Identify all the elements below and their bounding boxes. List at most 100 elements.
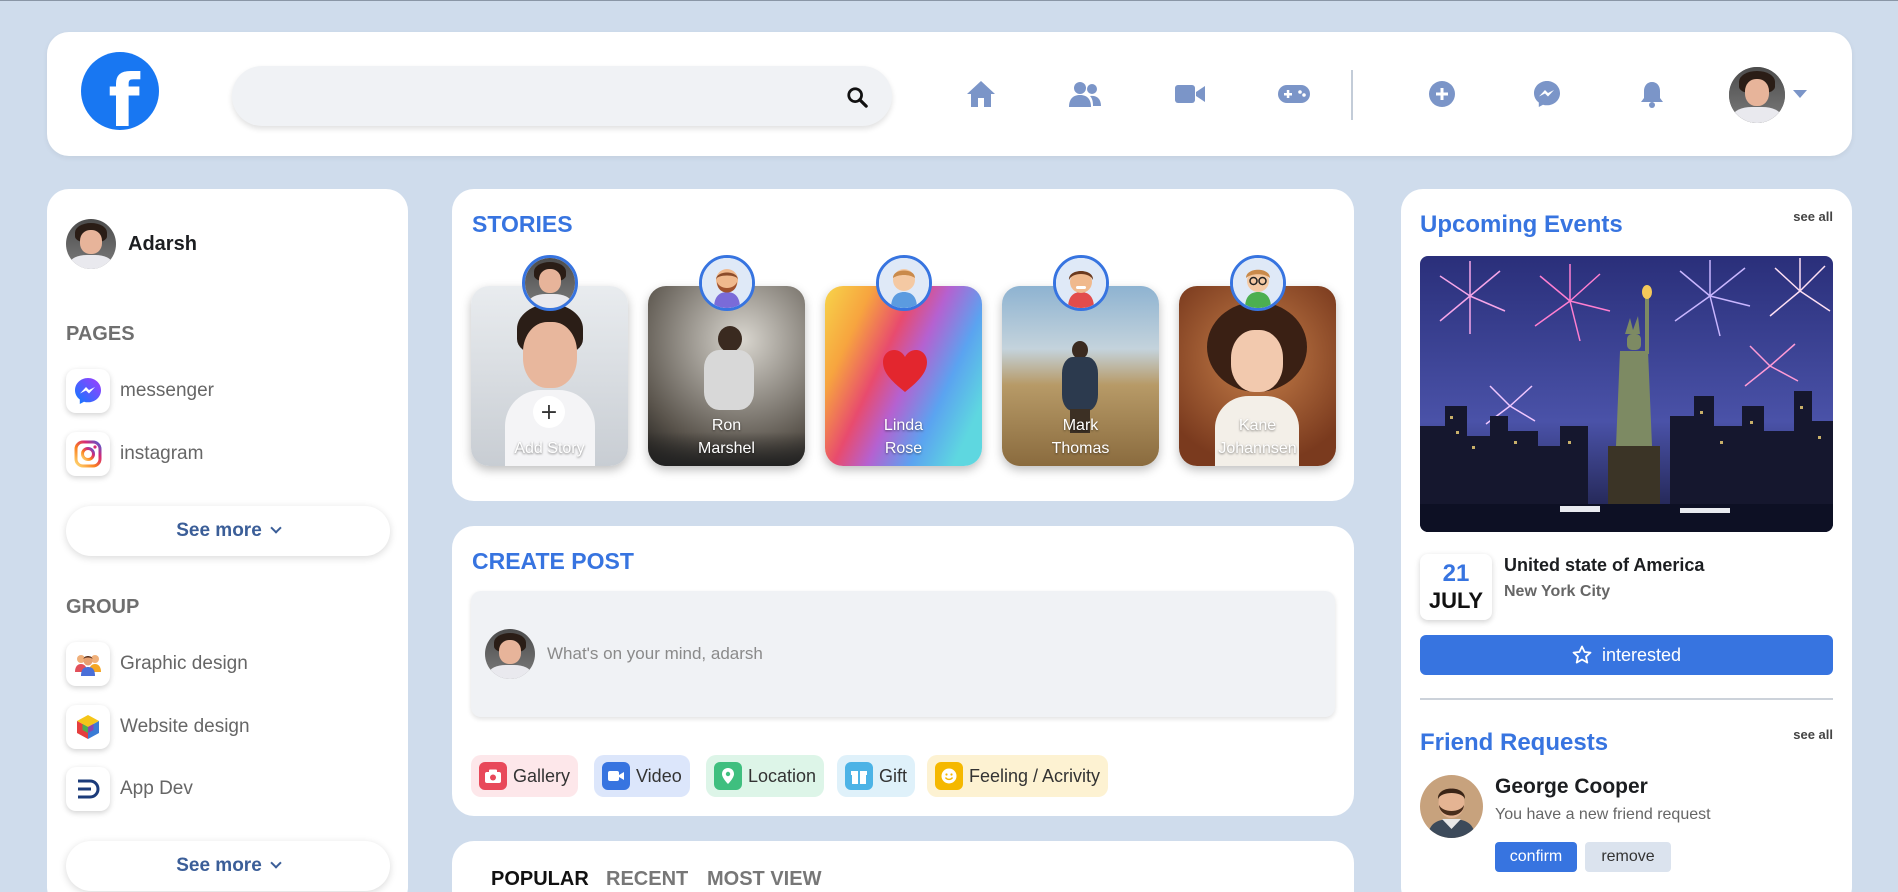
- events-see-all-link[interactable]: see all: [1793, 209, 1833, 224]
- sidebar-item-label: messenger: [120, 380, 214, 401]
- event-day: 21: [1442, 560, 1470, 587]
- story-avatar[interactable]: [522, 255, 578, 311]
- story-name-line2: Thomas: [1051, 440, 1110, 457]
- story-name: Linda Rose: [825, 414, 982, 460]
- gallery-button[interactable]: Gallery: [471, 755, 579, 797]
- appdev-icon: [66, 767, 110, 811]
- event-month: JULY: [1428, 588, 1484, 613]
- friends-icon[interactable]: [1067, 76, 1103, 112]
- story-mark-thomas[interactable]: Mark Thomas: [1002, 286, 1159, 466]
- interested-button[interactable]: interested: [1420, 635, 1833, 675]
- sidebar-item-instagram[interactable]: instagram: [66, 432, 203, 476]
- facebook-logo[interactable]: f: [81, 52, 159, 130]
- story-ron-marshel[interactable]: Ron Marshel: [648, 286, 805, 466]
- search-input[interactable]: [256, 66, 816, 126]
- story-avatar[interactable]: [1053, 255, 1109, 311]
- stories-title: STORIES: [472, 211, 573, 237]
- profile-avatar[interactable]: [1729, 67, 1785, 123]
- left-sidebar: Adarsh PAGES messenger instagram See mor…: [47, 189, 408, 892]
- story-name-line1: Kane: [1238, 417, 1277, 434]
- sidebar-item-graphic-design[interactable]: Graphic design: [66, 642, 248, 686]
- see-more-groups-button[interactable]: See more: [66, 841, 390, 891]
- story-linda-rose[interactable]: Linda Rose: [825, 286, 982, 466]
- nav-divider: [1351, 70, 1353, 120]
- sidebar-item-messenger[interactable]: messenger: [66, 369, 214, 413]
- story-avatar[interactable]: [1230, 255, 1286, 311]
- story-avatar[interactable]: [699, 255, 755, 311]
- location-label: Location: [748, 765, 817, 786]
- tab-recent[interactable]: RECENT: [606, 868, 688, 891]
- story-kane-johannsen[interactable]: Kane Johannsen: [1179, 286, 1336, 466]
- section-divider: [1420, 698, 1833, 700]
- gift-button[interactable]: Gift: [837, 755, 916, 797]
- avatar: [66, 219, 116, 269]
- sidebar-profile[interactable]: Adarsh: [66, 219, 197, 269]
- pages-heading: PAGES: [66, 323, 135, 345]
- search-icon[interactable]: [846, 86, 868, 108]
- story-name-line1: Add Story: [514, 440, 585, 457]
- location-button[interactable]: Location: [706, 755, 825, 797]
- friend-request-name: George Cooper: [1495, 775, 1648, 798]
- story-name-line1: Linda: [883, 417, 924, 434]
- story-name-line1: Ron: [711, 417, 742, 434]
- events-title: Upcoming Events: [1420, 211, 1623, 238]
- feeling-button[interactable]: Feeling / Acrivity: [927, 755, 1109, 797]
- chevron-down-icon[interactable]: [1793, 90, 1807, 98]
- story-add[interactable]: + Add Story: [471, 286, 628, 466]
- story-name-line2: Marshel: [698, 440, 755, 457]
- story-name: Kane Johannsen: [1179, 414, 1336, 460]
- see-more-label: See more: [176, 855, 262, 876]
- feed-tabs-card: POPULAR RECENT MOST VIEW: [452, 841, 1354, 892]
- add-icon[interactable]: [1424, 76, 1460, 112]
- friend-requests-see-all-link[interactable]: see all: [1793, 727, 1833, 742]
- video-icon[interactable]: [1172, 76, 1208, 112]
- sidebar-item-label: instagram: [120, 443, 204, 464]
- add-story-plus-icon[interactable]: +: [533, 396, 565, 428]
- sidebar-item-app-dev[interactable]: App Dev: [66, 767, 193, 811]
- right-sidebar: Upcoming Events see all 21 JULY United s…: [1401, 189, 1852, 892]
- remove-button[interactable]: remove: [1585, 842, 1671, 872]
- logo-letter: f: [108, 59, 140, 130]
- chevron-down-icon: [270, 857, 282, 869]
- avatar[interactable]: [1420, 775, 1483, 838]
- story-name: Add Story: [471, 437, 628, 460]
- gift-icon: [845, 762, 873, 790]
- tab-popular[interactable]: POPULAR: [491, 868, 589, 891]
- group-heading: GROUP: [66, 596, 140, 618]
- event-image[interactable]: [1420, 256, 1833, 532]
- people-icon: [66, 642, 110, 686]
- home-icon[interactable]: [963, 76, 999, 112]
- heart-icon: [883, 350, 927, 392]
- gaming-icon[interactable]: [1276, 76, 1312, 112]
- search-bar: [232, 66, 892, 126]
- top-navbar: f: [47, 32, 1852, 156]
- camera-icon: [479, 762, 507, 790]
- story-photo: [698, 326, 758, 426]
- messenger-icon: [66, 369, 110, 413]
- sidebar-item-label: Graphic design: [120, 653, 248, 674]
- instagram-icon: [66, 432, 110, 476]
- event-date: 21 JULY: [1420, 554, 1492, 620]
- sidebar-item-label: Website design: [120, 716, 250, 737]
- sidebar-item-label: App Dev: [120, 778, 193, 799]
- event-location: New York City: [1504, 583, 1611, 600]
- see-more-pages-button[interactable]: See more: [66, 506, 390, 556]
- confirm-button[interactable]: confirm: [1495, 842, 1577, 872]
- create-post-card: CREATE POST Gallery Video Location Gift: [452, 526, 1354, 816]
- story-avatar[interactable]: [876, 255, 932, 311]
- feeling-label: Feeling / Acrivity: [969, 765, 1101, 786]
- sidebar-item-website-design[interactable]: Website design: [66, 705, 250, 749]
- video-button[interactable]: Video: [594, 755, 690, 797]
- top-border: [0, 0, 1898, 1]
- tab-most-view[interactable]: MOST VIEW: [707, 868, 821, 891]
- smile-icon: [935, 762, 963, 790]
- messenger-icon[interactable]: [1529, 76, 1565, 112]
- see-more-label: See more: [176, 520, 262, 541]
- story-name: Mark Thomas: [1002, 414, 1159, 460]
- cube-icon: [66, 705, 110, 749]
- post-input[interactable]: [547, 629, 1307, 679]
- story-name-line1: Mark: [1062, 417, 1099, 434]
- video-label: Video: [636, 765, 682, 786]
- bell-icon[interactable]: [1634, 76, 1670, 112]
- interested-label: interested: [1601, 644, 1682, 665]
